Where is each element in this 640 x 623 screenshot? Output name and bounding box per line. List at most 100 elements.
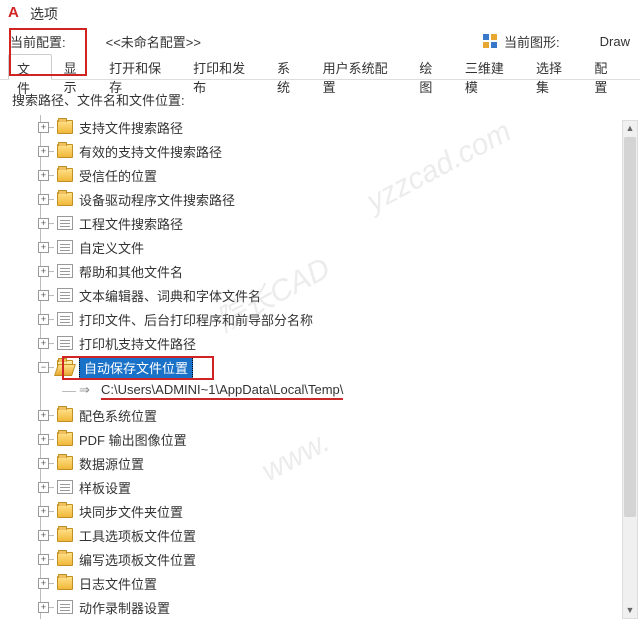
tree-node[interactable]: + 配色系统位置 [30,403,640,427]
drawing-label: 当前图形: [504,32,560,51]
tab-9[interactable]: 配置 [586,54,628,79]
document-icon [57,264,73,278]
tab-5[interactable]: 用户系统配置 [315,54,408,79]
expand-icon[interactable]: + [38,122,49,133]
tree-node[interactable]: + 有效的支持文件搜索路径 [30,139,640,163]
folder-icon [57,504,73,518]
tree-node-label: 帮助和其他文件名 [79,262,183,281]
tree-view[interactable]: +支持文件搜索路径+有效的支持文件搜索路径+受信任的位置+设备驱动程序文件搜索路… [0,115,640,619]
tree-node[interactable]: + 工程文件搜索路径 [30,211,640,235]
tree-node-label: 块同步文件夹位置 [79,502,183,521]
tree-node-label: 工具选项板文件位置 [79,526,196,545]
expand-icon[interactable]: + [38,506,49,517]
tab-7[interactable]: 三维建模 [457,54,524,79]
expand-icon[interactable]: + [38,170,49,181]
window-title: 选项 [30,4,58,24]
tree-node[interactable]: + 文本编辑器、词典和字体文件名 [30,283,640,307]
folder-icon [57,120,73,134]
scrollbar-thumb[interactable] [624,137,636,517]
tree-node-label: 配色系统位置 [79,406,157,425]
tree-node[interactable]: + 帮助和其他文件名 [30,259,640,283]
folder-open-icon [57,360,73,374]
tree-node-label: 动作录制器设置 [79,598,170,617]
folder-icon [57,432,73,446]
profile-row: 当前配置: <<未命名配置>> 当前图形: Draw [0,28,640,54]
tree-node-label: 样板设置 [79,478,131,497]
tree-node[interactable]: + 设备驱动程序文件搜索路径 [30,187,640,211]
expand-icon[interactable]: + [38,266,49,277]
tree-node-label: C:\Users\ADMINI~1\AppData\Local\Temp\ [101,382,343,400]
scrollbar[interactable]: ▲ ▼ [622,120,638,619]
tree-node-label: 文本编辑器、词典和字体文件名 [79,286,261,305]
document-icon [57,480,73,494]
folder-icon [57,552,73,566]
tree-node-label: 设备驱动程序文件搜索路径 [79,190,235,209]
tree-node-label: 日志文件位置 [79,574,157,593]
expand-icon[interactable]: + [38,602,49,613]
tab-0[interactable]: 文件 [8,54,52,80]
collapse-icon[interactable]: − [38,362,49,373]
document-icon [57,600,73,614]
tree-node[interactable]: +支持文件搜索路径 [30,115,640,139]
expand-icon[interactable]: + [38,314,49,325]
expand-icon[interactable]: + [38,410,49,421]
expand-icon[interactable]: + [38,554,49,565]
scroll-up-icon[interactable]: ▲ [623,121,637,136]
tree-node[interactable]: + 打印机支持文件路径 [30,331,640,355]
tree-node[interactable]: +PDF 输出图像位置 [30,427,640,451]
titlebar: 选项 [0,0,640,28]
path-arrow-icon [79,384,95,398]
folder-icon [57,168,73,182]
expand-icon[interactable]: + [38,338,49,349]
tree-node-label: 数据源位置 [79,454,144,473]
tree-node[interactable]: + 数据源位置 [30,451,640,475]
folder-icon [57,576,73,590]
drawing-icon [482,33,498,49]
profile-name: <<未命名配置>> [106,32,201,51]
expand-icon[interactable]: + [38,146,49,157]
expand-icon[interactable]: + [38,458,49,469]
folder-icon [57,192,73,206]
tree-node[interactable]: + 受信任的位置 [30,163,640,187]
folder-icon [57,528,73,542]
tree-node[interactable]: C:\Users\ADMINI~1\AppData\Local\Temp\ [52,379,640,403]
tree-node[interactable]: +打印文件、后台打印程序和前导部分名称 [30,307,640,331]
expand-icon[interactable]: + [38,194,49,205]
document-icon [57,312,73,326]
tree-node-label: 有效的支持文件搜索路径 [79,142,222,161]
expand-icon[interactable]: + [38,218,49,229]
tab-1[interactable]: 显示 [56,54,98,79]
tab-6[interactable]: 绘图 [411,54,453,79]
tree-node[interactable]: − 自动保存文件位置 [30,355,640,379]
document-icon [57,240,73,254]
tree-node[interactable]: + 工具选项板文件位置 [30,523,640,547]
current-drawing: 当前图形: Draw [482,32,630,51]
expand-icon[interactable]: + [38,434,49,445]
folder-icon [57,408,73,422]
tree-node-label: 编写选项板文件位置 [79,550,196,569]
tree-node-label: 自定义文件 [79,238,144,257]
tab-2[interactable]: 打开和保存 [101,54,181,79]
scroll-down-icon[interactable]: ▼ [623,603,637,618]
expand-icon[interactable]: + [38,482,49,493]
tab-8[interactable]: 选择集 [528,54,582,79]
document-icon [57,288,73,302]
tree-node[interactable]: + 块同步文件夹位置 [30,499,640,523]
tree-node[interactable]: + 日志文件位置 [30,571,640,595]
tree-node-label: 受信任的位置 [79,166,157,185]
expand-icon[interactable]: + [38,242,49,253]
tab-4[interactable]: 系统 [269,54,311,79]
tree-node[interactable]: + 样板设置 [30,475,640,499]
tab-3[interactable]: 打印和发布 [185,54,265,79]
expand-icon[interactable]: + [38,530,49,541]
tree-node-label: 工程文件搜索路径 [79,214,183,233]
expand-icon[interactable]: + [38,290,49,301]
tree-node-label: 打印机支持文件路径 [79,334,196,353]
folder-icon [57,456,73,470]
tree-node[interactable]: + 编写选项板文件位置 [30,547,640,571]
tree-node-label: 自动保存文件位置 [79,356,193,379]
tree-node[interactable]: + 动作录制器设置 [30,595,640,619]
document-icon [57,216,73,230]
expand-icon[interactable]: + [38,578,49,589]
tree-node[interactable]: + 自定义文件 [30,235,640,259]
